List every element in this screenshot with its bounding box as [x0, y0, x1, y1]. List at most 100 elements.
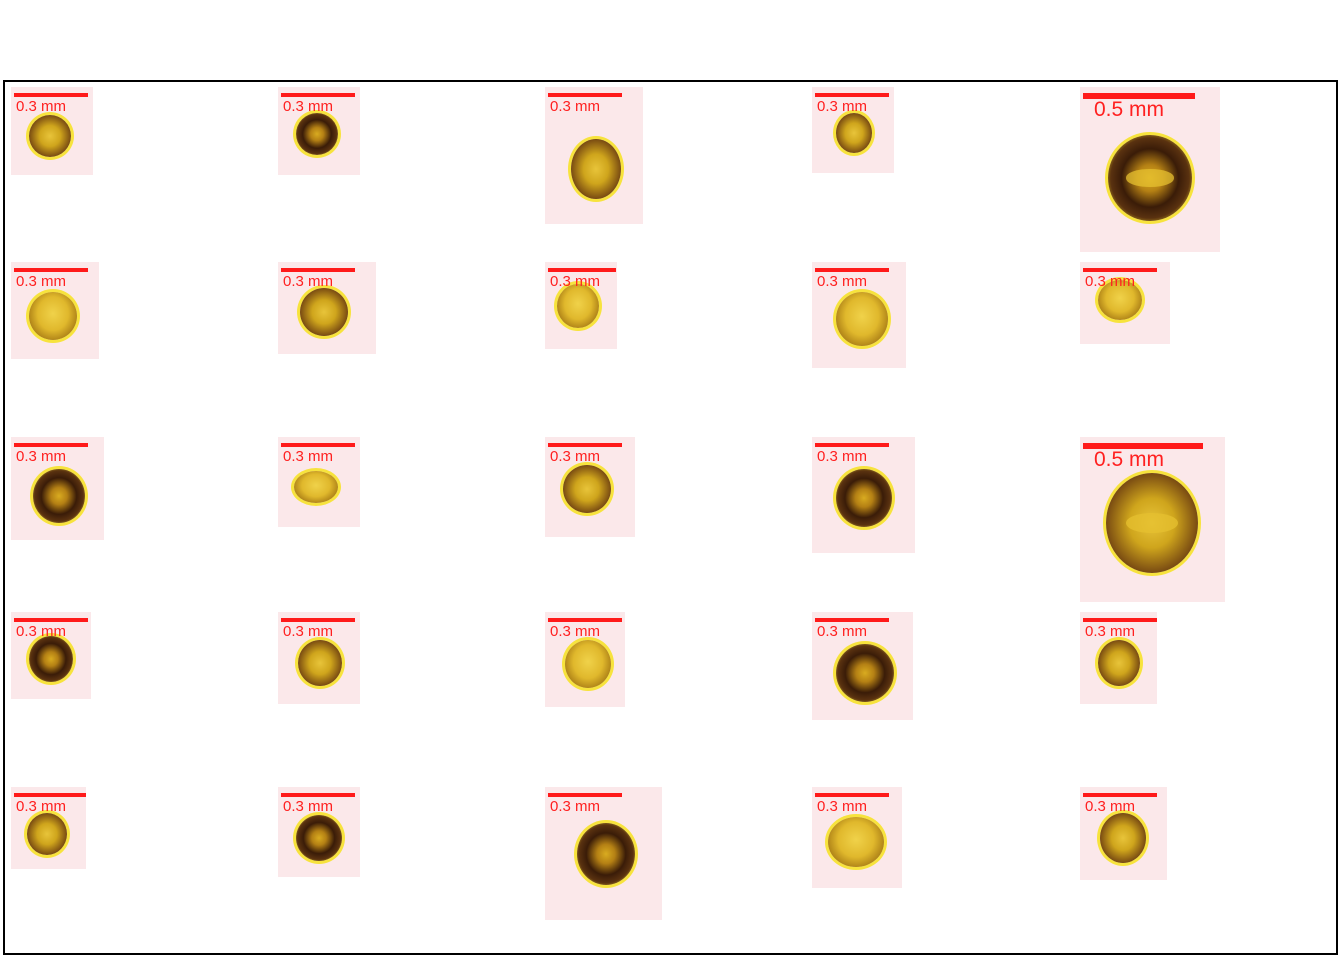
scale-bar: [14, 443, 88, 447]
particle: [294, 471, 338, 503]
particle: [836, 644, 894, 702]
image-panel: 0.3 mm 0.3 mm 0.3 mm 0.3 mm 0.5 mm 0.3 m…: [3, 80, 1338, 955]
scale-bar: [281, 793, 355, 797]
particle-band: [1126, 169, 1174, 187]
scale-bar: [815, 793, 889, 797]
micrograph-tile: 0.3 mm: [812, 262, 906, 368]
scale-label: 0.3 mm: [550, 98, 601, 115]
micrograph-tile: 0.3 mm: [545, 612, 625, 707]
micrograph-grid: 0.3 mm 0.3 mm 0.3 mm 0.3 mm 0.5 mm 0.3 m…: [5, 82, 1336, 953]
scale-label: 0.3 mm: [550, 798, 601, 815]
micrograph-tile: 0.3 mm: [11, 612, 91, 699]
micrograph-tile: 0.3 mm: [11, 437, 104, 540]
micrograph-tile: 0.3 mm: [812, 87, 894, 173]
particle: [298, 640, 342, 686]
scale-bar: [815, 618, 889, 622]
micrograph-tile: 0.3 mm: [812, 612, 913, 720]
particle: [836, 292, 888, 346]
micrograph-tile: 0.3 mm: [545, 87, 643, 224]
scale-label: 0.3 mm: [817, 623, 868, 640]
micrograph-tile: 0.3 mm: [278, 87, 360, 175]
scale-bar: [548, 268, 616, 272]
particle: [836, 469, 892, 527]
scale-label: 0.3 mm: [16, 798, 67, 815]
particle: [577, 823, 635, 885]
particle: [300, 288, 348, 336]
particle: [27, 813, 67, 855]
particle: [1100, 813, 1146, 863]
particle: [296, 815, 342, 861]
micrograph-tile: 0.3 mm: [11, 262, 99, 359]
micrograph-tile: 0.5 mm: [1080, 87, 1220, 252]
particle: [1108, 135, 1192, 221]
micrograph-tile: 0.3 mm: [812, 787, 902, 888]
scale-bar: [815, 93, 889, 97]
micrograph-tile: 0.3 mm: [278, 787, 360, 877]
scale-label: 0.3 mm: [550, 623, 601, 640]
scale-label: 0.3 mm: [817, 98, 868, 115]
scale-label: 0.3 mm: [550, 448, 601, 465]
micrograph-tile: 0.3 mm: [1080, 612, 1157, 704]
scale-bar: [548, 443, 622, 447]
scale-label: 0.3 mm: [817, 798, 868, 815]
scale-label: 0.3 mm: [283, 623, 334, 640]
scale-label: 0.3 mm: [1085, 623, 1136, 640]
scale-bar: [14, 93, 88, 97]
micrograph-tile: 0.3 mm: [545, 262, 617, 349]
micrograph-tile: 0.3 mm: [545, 437, 635, 537]
scale-bar: [548, 618, 622, 622]
scale-bar: [14, 268, 88, 272]
scale-bar: [1083, 268, 1157, 272]
particle: [29, 115, 71, 157]
particle: [557, 284, 599, 328]
micrograph-tile: 0.3 mm: [278, 262, 376, 354]
particle: [296, 113, 338, 155]
scale-bar: [14, 618, 88, 622]
scale-bar: [815, 268, 889, 272]
scale-label: 0.3 mm: [1085, 273, 1136, 290]
scale-label: 0.3 mm: [16, 273, 67, 290]
scale-bar: [281, 93, 355, 97]
particle: [571, 139, 621, 199]
scale-bar: [281, 443, 355, 447]
particle: [828, 817, 884, 867]
scale-label: 0.3 mm: [16, 623, 67, 640]
scale-label: 0.3 mm: [16, 98, 67, 115]
scale-label: 0.3 mm: [817, 448, 868, 465]
scale-label: 0.3 mm: [283, 98, 334, 115]
scale-bar: [1083, 618, 1157, 622]
particle: [33, 469, 85, 523]
particle-band: [1126, 513, 1178, 533]
micrograph-tile: 0.3 mm: [11, 787, 86, 869]
scale-bar: [281, 618, 355, 622]
scale-bar: [281, 268, 355, 272]
scale-label: 0.3 mm: [817, 273, 868, 290]
scale-bar: [548, 793, 622, 797]
micrograph-tile: 0.3 mm: [278, 437, 360, 527]
micrograph-tile: 0.3 mm: [278, 612, 360, 704]
scale-label: 0.3 mm: [283, 448, 334, 465]
micrograph-tile: 0.3 mm: [812, 437, 915, 553]
scale-label: 0.5 mm: [1094, 98, 1165, 121]
micrograph-tile: 0.3 mm: [11, 87, 93, 175]
particle: [1098, 640, 1140, 686]
micrograph-tile: 0.3 mm: [1080, 262, 1170, 344]
particle: [563, 465, 611, 513]
micrograph-tile: 0.3 mm: [545, 787, 662, 920]
scale-label: 0.5 mm: [1094, 448, 1165, 471]
scale-label: 0.3 mm: [283, 798, 334, 815]
scale-bar: [548, 93, 622, 97]
particle: [565, 640, 611, 688]
scale-bar: [14, 793, 86, 797]
particle: [836, 113, 872, 153]
scale-label: 0.3 mm: [16, 448, 67, 465]
scale-bar: [1083, 793, 1157, 797]
scale-label: 0.3 mm: [1085, 798, 1136, 815]
scale-bar: [815, 443, 889, 447]
scale-label: 0.3 mm: [550, 273, 601, 290]
particle: [1106, 473, 1198, 573]
micrograph-tile: 0.5 mm: [1080, 437, 1225, 602]
micrograph-tile: 0.3 mm: [1080, 787, 1167, 880]
particle: [29, 292, 77, 340]
scale-label: 0.3 mm: [283, 273, 334, 290]
